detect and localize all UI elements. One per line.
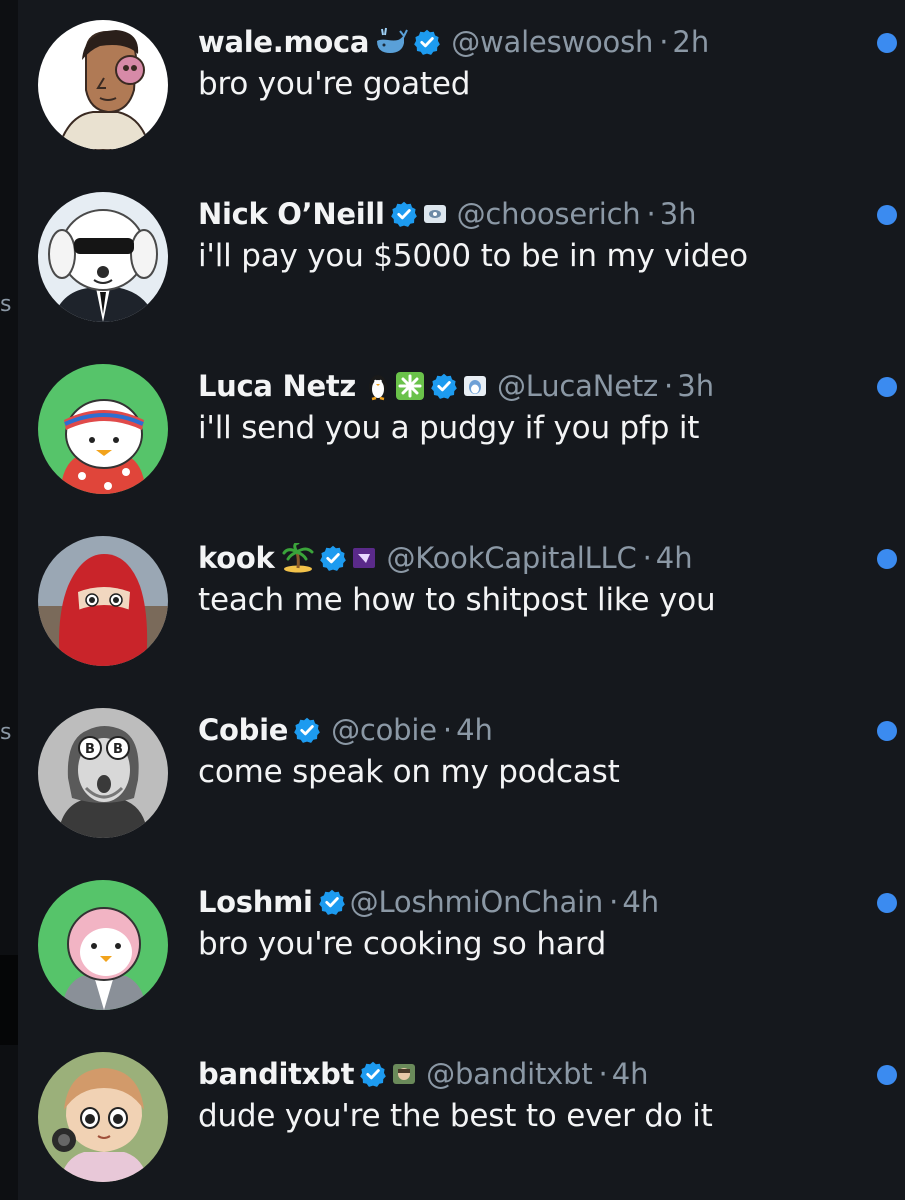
timestamp: 4h xyxy=(456,713,493,747)
verified-badge-icon xyxy=(413,28,441,56)
separator-dot: · xyxy=(609,885,619,919)
svg-text:B: B xyxy=(113,742,123,757)
sender-handle: @LoshmiOnChain xyxy=(349,885,604,919)
timestamp: 4h xyxy=(622,885,660,919)
whale-emoji-icon xyxy=(374,27,409,57)
conversation-item[interactable]: wale.moca @waleswoosh · 2h bro you're go… xyxy=(18,0,905,172)
unread-indicator xyxy=(877,205,897,225)
message-preview: i'll send you a pudgy if you pfp it xyxy=(198,410,700,446)
verified-badge-icon xyxy=(293,716,321,744)
avatar[interactable] xyxy=(38,1052,168,1182)
timestamp: 4h xyxy=(611,1057,649,1091)
sender-name: wale.moca xyxy=(198,25,370,59)
message-header: Cobie @cobie · 4h xyxy=(198,706,493,754)
conversation-item[interactable]: banditxbt @banditxbt · 4h dude you're th… xyxy=(18,1032,905,1200)
unread-indicator xyxy=(877,1065,897,1085)
edge-dark-block xyxy=(0,955,18,1045)
dm-conversation-list: wale.moca @waleswoosh · 2h bro you're go… xyxy=(18,0,905,1200)
message-header: wale.moca @waleswoosh · 2h xyxy=(198,18,709,66)
message-header: Luca Netz @LucaNetz · 3h xyxy=(198,362,714,410)
sender-name: Loshmi xyxy=(198,885,313,919)
message-preview: bro you're goated xyxy=(198,66,471,102)
affiliate-badge-icon xyxy=(352,546,376,570)
message-header: Nick O’Neill @chooserich · 3h xyxy=(198,190,697,238)
separator-dot: · xyxy=(664,369,674,403)
verified-badge-icon xyxy=(319,544,347,572)
conversation-item[interactable]: B B Cobie @cobie · 4h come speak on my p… xyxy=(18,688,905,860)
message-preview: dude you're the best to ever do it xyxy=(198,1098,713,1134)
message-preview: teach me how to shitpost like you xyxy=(198,582,716,618)
sender-handle: @banditxbt xyxy=(426,1057,593,1091)
timestamp: 3h xyxy=(659,197,697,231)
sender-name: banditxbt xyxy=(198,1057,355,1091)
affiliate-badge-icon xyxy=(463,374,487,398)
verified-badge-icon xyxy=(430,372,458,400)
conversation-item[interactable]: Nick O’Neill @chooserich · 3h i'll pay y… xyxy=(18,172,905,344)
sender-handle: @KookCapitalLLC xyxy=(386,541,637,575)
timestamp: 4h xyxy=(655,541,693,575)
message-header: banditxbt @banditxbt · 4h xyxy=(198,1050,649,1098)
message-preview: come speak on my podcast xyxy=(198,754,620,790)
sparkle-emoji-icon xyxy=(395,371,425,401)
sender-handle: @waleswoosh xyxy=(451,25,654,59)
message-header: kook @KookCapitalLLC · 4h xyxy=(198,534,693,582)
penguin-emoji-icon xyxy=(366,371,390,401)
sender-handle: @cobie xyxy=(331,713,437,747)
conversation-item[interactable]: kook @KookCapitalLLC · 4h teach me how t… xyxy=(18,516,905,688)
separator-dot: · xyxy=(646,197,656,231)
sender-name: Cobie xyxy=(198,713,289,747)
separator-dot: · xyxy=(598,1057,608,1091)
separator-dot: · xyxy=(642,541,652,575)
separator-dot: · xyxy=(442,713,453,747)
sender-handle: @chooserich xyxy=(456,197,641,231)
sender-name: kook xyxy=(198,541,275,575)
sender-handle: @LucaNetz xyxy=(496,369,659,403)
edge-text-fragment: s xyxy=(0,720,12,745)
avatar[interactable] xyxy=(38,364,168,494)
svg-text:B: B xyxy=(85,742,95,757)
unread-indicator xyxy=(877,33,897,53)
avatar[interactable] xyxy=(38,880,168,1010)
unread-indicator xyxy=(877,721,897,741)
message-preview: bro you're cooking so hard xyxy=(198,926,607,962)
unread-indicator xyxy=(877,893,897,913)
avatar[interactable] xyxy=(38,192,168,322)
affiliate-badge-icon xyxy=(392,1062,416,1086)
unread-indicator xyxy=(877,377,897,397)
verified-badge-icon xyxy=(359,1060,387,1088)
verified-badge-icon xyxy=(390,200,418,228)
sender-name: Luca Netz xyxy=(198,369,356,403)
timestamp: 2h xyxy=(672,25,710,59)
unread-indicator xyxy=(877,549,897,569)
conversation-item[interactable]: Loshmi @LoshmiOnChain · 4h bro you're co… xyxy=(18,860,905,1032)
conversation-item[interactable]: Luca Netz @LucaNetz · 3h i'll send you a… xyxy=(18,344,905,516)
separator-dot: · xyxy=(659,25,669,59)
avatar[interactable] xyxy=(38,20,168,150)
sender-name: Nick O’Neill xyxy=(198,197,385,231)
message-header: Loshmi @LoshmiOnChain · 4h xyxy=(198,878,659,926)
island-emoji-icon xyxy=(282,543,314,573)
left-edge-strip: s s xyxy=(0,0,18,1200)
message-preview: i'll pay you $5000 to be in my video xyxy=(198,238,748,274)
avatar[interactable] xyxy=(38,536,168,666)
avatar[interactable]: B B xyxy=(38,708,168,838)
verified-badge-icon xyxy=(318,888,346,916)
timestamp: 3h xyxy=(677,369,715,403)
affiliate-badge-icon xyxy=(423,202,447,226)
edge-text-fragment: s xyxy=(0,292,12,317)
